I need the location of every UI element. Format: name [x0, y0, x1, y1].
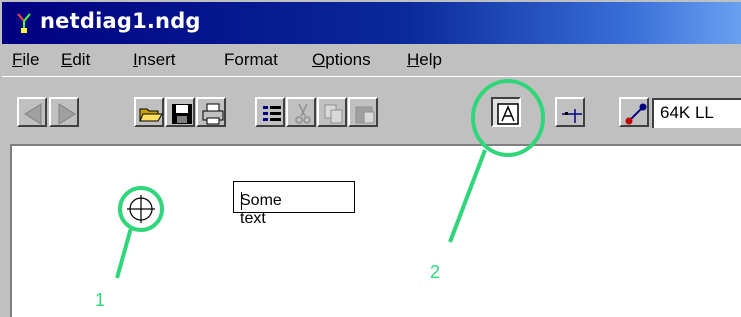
forward-button[interactable]	[49, 97, 79, 127]
open-folder-icon	[139, 108, 163, 122]
title-bar[interactable]: netdiag1.ndg	[2, 2, 741, 44]
menu-help[interactable]: Help	[407, 50, 442, 70]
save-button[interactable]	[165, 97, 195, 127]
text-caret	[241, 192, 242, 210]
canvas-text-object[interactable]: Some text	[233, 181, 355, 227]
menu-format[interactable]: Format	[224, 50, 278, 70]
paste-button[interactable]	[348, 97, 378, 127]
properties-button[interactable]	[255, 97, 285, 127]
copy-icon	[324, 104, 343, 124]
menu-file[interactable]: File	[12, 50, 39, 70]
callout-label-1: 1	[95, 290, 106, 310]
diagram-canvas[interactable]	[10, 144, 741, 317]
app-icon	[17, 13, 31, 33]
copy-button[interactable]	[317, 97, 347, 127]
print-button[interactable]	[196, 97, 226, 127]
forward-arrow-icon	[58, 103, 76, 125]
print-icon	[202, 103, 224, 125]
cut-button[interactable]	[286, 97, 316, 127]
back-button[interactable]	[17, 97, 47, 127]
callout-label-2: 2	[430, 262, 441, 282]
open-button[interactable]	[134, 97, 164, 127]
back-arrow-icon	[24, 103, 42, 125]
text-tool-icon	[497, 103, 519, 125]
text-tool-button[interactable]	[491, 97, 521, 127]
link-tool-icon	[625, 103, 647, 125]
properties-list-icon	[263, 106, 281, 121]
menu-insert[interactable]: Insert	[133, 50, 176, 70]
app-window: netdiag1.ndg File Edit Insert Format Opt…	[0, 0, 741, 317]
menu-bar: File Edit Insert Format Options Help	[2, 44, 741, 76]
menu-options[interactable]: Options	[312, 50, 371, 70]
node-tool-button[interactable]	[555, 97, 585, 127]
save-disk-icon	[172, 104, 192, 124]
toolbar: 64K LL	[2, 76, 741, 145]
window-title: netdiag1.ndg	[40, 9, 201, 33]
link-tool-button[interactable]	[619, 97, 649, 127]
menu-edit[interactable]: Edit	[61, 50, 90, 70]
cut-icon	[295, 103, 311, 124]
link-type-combo[interactable]: 64K LL	[652, 98, 741, 128]
link-type-value: 64K LL	[660, 103, 714, 122]
node-tool-icon	[562, 109, 582, 123]
paste-icon	[355, 106, 375, 124]
